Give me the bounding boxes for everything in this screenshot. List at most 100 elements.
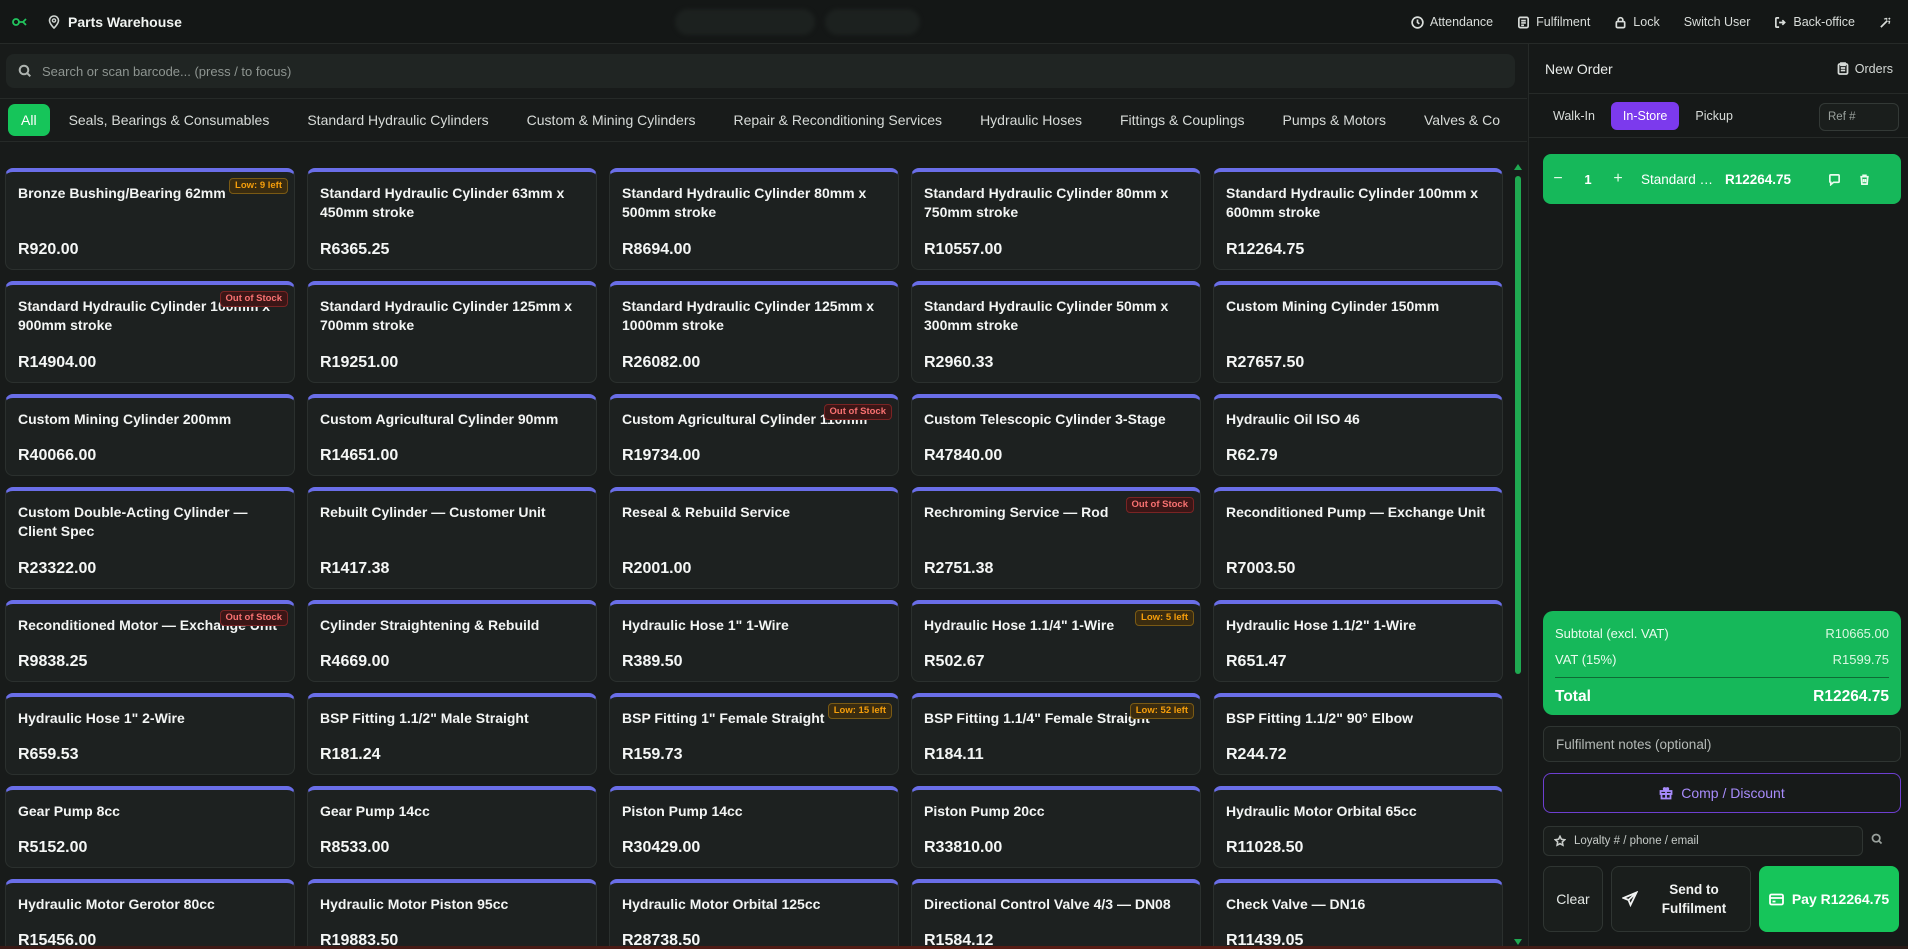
product-card[interactable]: BSP Fitting 1" Female Straight R159.73 Low… bbox=[609, 693, 899, 775]
mode-in-store[interactable]: In-Store bbox=[1610, 101, 1680, 130]
product-card[interactable]: Standard Hydraulic Cylinder 80mm x 750mm… bbox=[911, 168, 1201, 270]
product-card[interactable]: Standard Hydraulic Cylinder 100mm x 600m… bbox=[1213, 168, 1503, 270]
line-note-button[interactable] bbox=[1819, 173, 1849, 186]
product-name: Standard Hydraulic Cylinder 100mm x 600m… bbox=[1226, 185, 1479, 220]
trash-icon bbox=[1859, 173, 1869, 185]
product-card[interactable]: Custom Mining Cylinder 150mm R27657.50 bbox=[1213, 281, 1503, 383]
store-name: Parts Warehouse bbox=[68, 13, 182, 30]
fulfilment-notes-input[interactable] bbox=[1543, 726, 1901, 762]
product-price: R19251.00 bbox=[320, 354, 399, 371]
category-tab[interactable]: Fittings & Couplings bbox=[1101, 112, 1264, 128]
product-card[interactable]: BSP Fitting 1.1/2" 90° Elbow R244.72 bbox=[1213, 693, 1503, 775]
send-to-fulfilment-button[interactable]: Send to Fulfilment bbox=[1611, 866, 1751, 932]
switch-user-button[interactable]: Switch User bbox=[1684, 15, 1751, 29]
product-price: R659.53 bbox=[18, 746, 79, 763]
scroll-down-icon[interactable] bbox=[1514, 939, 1522, 945]
category-tab[interactable]: Pumps & Motors bbox=[1264, 112, 1405, 128]
line-delete-button[interactable] bbox=[1849, 173, 1879, 186]
attendance-label: Attendance bbox=[1429, 15, 1494, 29]
settings-button[interactable] bbox=[1879, 16, 1892, 29]
product-price: R2960.33 bbox=[924, 354, 994, 371]
product-card[interactable]: Custom Telescopic Cylinder 3-Stage R47840… bbox=[911, 394, 1201, 476]
product-card[interactable]: Reconditioned Motor — Exchange Unit R9838… bbox=[5, 600, 295, 682]
search-input[interactable] bbox=[42, 63, 1482, 79]
product-card[interactable]: Hydraulic Motor Orbital 65cc R11028.50 bbox=[1213, 786, 1503, 868]
product-grid-scrollbar[interactable] bbox=[1513, 162, 1523, 949]
product-card[interactable]: Custom Double-Acting Cylinder — Client S… bbox=[5, 487, 295, 589]
product-card[interactable]: Check Valve — DN16 R11439.05 bbox=[1213, 879, 1503, 949]
line-name: Standard Hydraulic Cylinder 100mm x 600m… bbox=[1641, 171, 1715, 187]
product-card[interactable]: Hydraulic Hose 1.1/2" 1-Wire R651.47 bbox=[1213, 600, 1503, 682]
category-tab[interactable]: Custom & Mining Cylinders bbox=[508, 112, 715, 128]
loyalty-search-button[interactable] bbox=[1871, 833, 1887, 849]
product-card[interactable]: Custom Mining Cylinder 200mm R40066.00 bbox=[5, 394, 295, 476]
product-card[interactable]: Standard Hydraulic Cylinder 80mm x 500mm… bbox=[609, 168, 899, 270]
increase-qty-button[interactable]: + bbox=[1603, 170, 1633, 188]
product-card[interactable]: Gear Pump 14cc R8533.00 bbox=[307, 786, 597, 868]
product-price: R23322.00 bbox=[18, 560, 97, 577]
product-card[interactable]: BSP Fitting 1.1/4" Female Straight R184.1… bbox=[911, 693, 1201, 775]
product-card[interactable]: Standard Hydraulic Cylinder 125mm x 1000… bbox=[609, 281, 899, 383]
order-panel: New Order Orders Walk-In In-Store Pickup… bbox=[1528, 44, 1908, 949]
totals-divider bbox=[1555, 677, 1889, 678]
category-tab[interactable]: Standard Hydraulic Cylinders bbox=[288, 112, 507, 128]
product-card[interactable]: Rebuilt Cylinder — Customer Unit R1417.38 bbox=[307, 487, 597, 589]
product-name: Hydraulic Motor Gerotor 80cc bbox=[18, 896, 215, 912]
product-card[interactable]: Standard Hydraulic Cylinder 125mm x 700m… bbox=[307, 281, 597, 383]
mode-walk-in[interactable]: Walk-In bbox=[1541, 102, 1607, 130]
product-card[interactable]: Custom Agricultural Cylinder 110mm R19734… bbox=[609, 394, 899, 476]
product-card[interactable]: Hydraulic Oil ISO 46 R62.79 bbox=[1213, 394, 1503, 476]
pay-button[interactable]: Pay R12264.75 bbox=[1759, 866, 1899, 932]
category-tab[interactable]: Seals, Bearings & Consumables bbox=[69, 112, 289, 128]
product-card[interactable]: Hydraulic Motor Gerotor 80cc R15456.00 bbox=[5, 879, 295, 949]
product-name: Directional Control Valve 4/3 — DN08 bbox=[924, 896, 1171, 912]
product-card[interactable]: Hydraulic Motor Orbital 125cc R28738.50 bbox=[609, 879, 899, 949]
product-card[interactable]: Hydraulic Hose 1" 2-Wire R659.53 bbox=[5, 693, 295, 775]
product-name: Check Valve — DN16 bbox=[1226, 896, 1366, 912]
product-card[interactable]: Bronze Bushing/Bearing 62mm R920.00 Low: 9… bbox=[5, 168, 295, 270]
category-tab[interactable]: All bbox=[8, 104, 50, 136]
product-card[interactable]: Piston Pump 14cc R30429.00 bbox=[609, 786, 899, 868]
vat-label: VAT (15%) bbox=[1555, 652, 1617, 667]
product-card[interactable]: Directional Control Valve 4/3 — DN08 R158… bbox=[911, 879, 1201, 949]
product-card[interactable]: Reconditioned Pump — Exchange Unit R7003.… bbox=[1213, 487, 1503, 589]
category-tab[interactable]: Repair & Reconditioning Services bbox=[715, 112, 962, 128]
top-nav: Attendance Fulfilment Lock Switch User B… bbox=[1411, 0, 1908, 44]
catalog-area: AllSeals, Bearings & ConsumablesStandard… bbox=[0, 44, 1527, 949]
orders-button[interactable]: Orders bbox=[1837, 62, 1893, 76]
mode-pickup[interactable]: Pickup bbox=[1683, 102, 1745, 130]
loyalty-input[interactable] bbox=[1574, 835, 1854, 847]
scrollbar-thumb[interactable] bbox=[1515, 176, 1521, 674]
product-card[interactable]: BSP Fitting 1.1/2" Male Straight R181.24 bbox=[307, 693, 597, 775]
attendance-button[interactable]: Attendance bbox=[1411, 15, 1493, 29]
category-tab[interactable]: Hydraulic Hoses bbox=[961, 112, 1101, 128]
scroll-up-icon[interactable] bbox=[1514, 164, 1522, 170]
product-card[interactable]: Hydraulic Hose 1" 1-Wire R389.50 bbox=[609, 600, 899, 682]
product-card[interactable]: Piston Pump 20cc R33810.00 bbox=[911, 786, 1201, 868]
product-price: R2751.38 bbox=[924, 560, 994, 577]
product-card[interactable]: Standard Hydraulic Cylinder 100mm x 900m… bbox=[5, 281, 295, 383]
category-tab[interactable]: Valves & Co bbox=[1405, 112, 1519, 128]
product-card[interactable]: Rechroming Service — Rod R2751.38 Out of S… bbox=[911, 487, 1201, 589]
product-price: R33810.00 bbox=[924, 839, 1003, 856]
clear-button[interactable]: Clear bbox=[1543, 866, 1603, 932]
fulfilment-button[interactable]: Fulfilment bbox=[1517, 15, 1590, 29]
lock-button[interactable]: Lock bbox=[1614, 15, 1660, 29]
product-card[interactable]: Custom Agricultural Cylinder 90mm R14651.… bbox=[307, 394, 597, 476]
back-office-button[interactable]: Back-office bbox=[1774, 15, 1855, 29]
comp-discount-label: Comp / Discount bbox=[1681, 785, 1785, 801]
comp-discount-button[interactable]: Comp / Discount bbox=[1543, 773, 1901, 813]
product-price: R502.67 bbox=[924, 653, 985, 670]
blurred-element bbox=[825, 9, 920, 35]
product-name: Gear Pump 14cc bbox=[320, 803, 430, 819]
order-title: New Order bbox=[1545, 60, 1613, 77]
product-card[interactable]: Hydraulic Motor Piston 95cc R19883.50 bbox=[307, 879, 597, 949]
product-card[interactable]: Reseal & Rebuild Service R2001.00 bbox=[609, 487, 899, 589]
ref-input[interactable] bbox=[1819, 103, 1899, 131]
product-card[interactable]: Standard Hydraulic Cylinder 63mm x 450mm… bbox=[307, 168, 597, 270]
product-card[interactable]: Gear Pump 8cc R5152.00 bbox=[5, 786, 295, 868]
product-card[interactable]: Standard Hydraulic Cylinder 50mm x 300mm… bbox=[911, 281, 1201, 383]
product-card[interactable]: Hydraulic Hose 1.1/4" 1-Wire R502.67 Low: … bbox=[911, 600, 1201, 682]
decrease-qty-button[interactable]: − bbox=[1543, 170, 1573, 188]
product-card[interactable]: Cylinder Straightening & Rebuild R4669.00 bbox=[307, 600, 597, 682]
